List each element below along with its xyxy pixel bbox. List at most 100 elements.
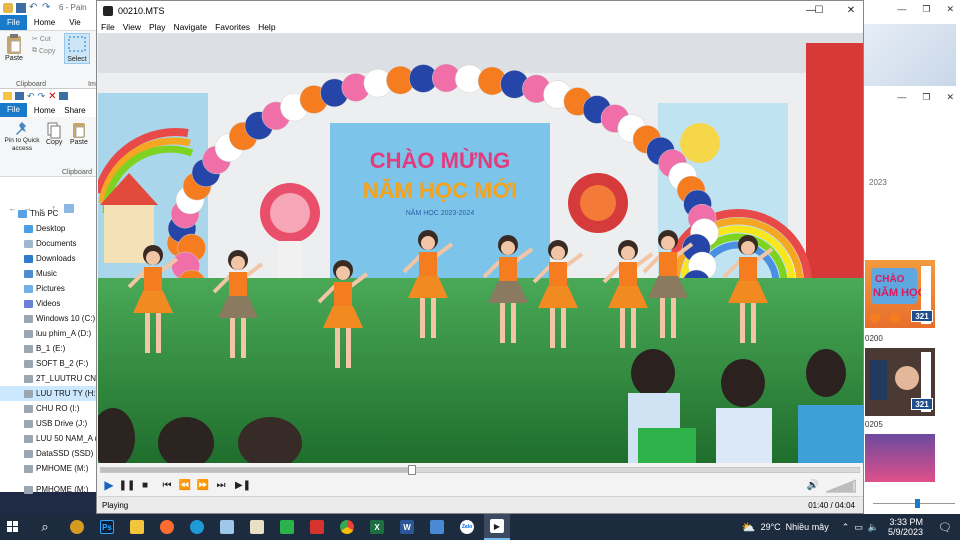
nav-item[interactable]: Music — [0, 266, 100, 281]
paste-button[interactable]: Paste — [4, 33, 24, 62]
restore-icon[interactable]: ❐ — [922, 4, 930, 15]
nav-item[interactable]: Windows 10 (C:) — [0, 311, 100, 326]
pause-button[interactable]: ❚❚ — [118, 477, 136, 493]
taskbar-file-explorer[interactable] — [124, 514, 150, 540]
tab-share[interactable]: Share — [62, 106, 87, 115]
nav-item[interactable]: PMHOME (M:) — [0, 461, 100, 476]
network-icon[interactable]: ▭ — [854, 522, 863, 533]
taskbar-paint[interactable] — [214, 514, 240, 540]
drive-icon — [24, 359, 33, 368]
close-icon[interactable]: ✕ — [946, 92, 954, 103]
redo-icon[interactable]: ↷ — [38, 91, 46, 102]
mute-button[interactable]: 🔊 — [804, 477, 822, 493]
taskbar-firefox[interactable] — [154, 514, 180, 540]
zoom-slider[interactable] — [873, 499, 955, 508]
nav-item[interactable]: 2T_LUUTRU CN (G:) — [0, 371, 100, 386]
nav-item[interactable]: PMHOME (M:) — [0, 482, 100, 497]
taskbar-chrome-canary[interactable] — [64, 514, 90, 540]
save-icon[interactable] — [16, 2, 26, 13]
skip-forward-button[interactable]: ⏭ — [212, 477, 230, 493]
menu-file[interactable]: File — [101, 22, 115, 32]
taskbar-media-player[interactable]: ▶ — [484, 514, 510, 540]
undo-icon[interactable]: ↶ — [29, 2, 39, 13]
weather-icon[interactable]: ⛅ — [742, 521, 756, 534]
rewind-button[interactable]: ⏪ — [176, 477, 194, 493]
video-frame[interactable]: CHÀO MỪNG NĂM HỌC MỚI NĂM HỌC 2023-2024 — [98, 33, 863, 463]
copy-button[interactable]: Copy — [46, 121, 62, 146]
taskbar-vpn[interactable] — [304, 514, 330, 540]
close-button[interactable]: ✕ — [837, 1, 865, 20]
taskbar-zalo[interactable]: Zalo — [454, 514, 480, 540]
nav-item[interactable]: Documents — [0, 236, 100, 251]
nav-item[interactable]: Videos — [0, 296, 100, 311]
frame-step-button[interactable]: ▶❚ — [234, 477, 252, 493]
nav-item[interactable]: Downloads — [0, 251, 100, 266]
taskbar-phone[interactable] — [274, 514, 300, 540]
start-button[interactable] — [0, 514, 26, 540]
menu-view[interactable]: View — [123, 22, 141, 32]
paste-button[interactable]: Paste — [70, 121, 88, 146]
seek-handle[interactable] — [407, 465, 416, 475]
taskbar-chrome[interactable] — [334, 514, 360, 540]
rename-icon[interactable] — [59, 92, 69, 100]
nav-item[interactable]: DataSSD (SSD) (L:) — [0, 446, 100, 461]
video-thumbnail-3[interactable] — [865, 434, 935, 482]
nav-item[interactable]: LUU 50 NAM_A (K:) — [0, 431, 100, 446]
nav-item[interactable]: CHU RO (I:) — [0, 401, 100, 416]
stop-button[interactable]: ■ — [136, 477, 154, 493]
nav-item[interactable]: Pictures — [0, 281, 100, 296]
tray-chevron-icon[interactable]: ⌃ — [842, 522, 850, 533]
tab-home[interactable]: Home — [27, 106, 62, 115]
excel-icon: X — [370, 520, 384, 534]
notification-icon[interactable]: 🗨 — [938, 521, 952, 534]
menu-play[interactable]: Play — [149, 22, 166, 32]
taskbar-excel[interactable]: X — [364, 514, 390, 540]
tab-file[interactable]: File — [0, 15, 27, 30]
nav-item[interactable]: LUU TRU TY (H:) — [0, 386, 100, 401]
clock[interactable]: 3:33 PM 5/9/2023 — [888, 517, 923, 537]
taskbar-photoshop[interactable]: Ps — [94, 514, 120, 540]
tab-home[interactable]: Home — [27, 15, 62, 30]
copy-button[interactable]: ⧉ Copy — [32, 47, 55, 55]
tab-view[interactable]: Vie — [62, 15, 87, 30]
select-button[interactable]: Select — [64, 33, 90, 64]
maximize-button[interactable]: ☐ — [805, 1, 833, 20]
seek-bar[interactable] — [100, 465, 860, 475]
nav-item[interactable]: USB Drive (J:) — [0, 416, 100, 431]
forward-button[interactable]: ⏩ — [194, 477, 212, 493]
minimize-icon[interactable]: — — [897, 4, 906, 15]
pin-quick-access-button[interactable]: Pin to Quick access — [4, 121, 40, 153]
minimize-icon[interactable]: — — [897, 92, 906, 103]
taskbar-photos[interactable] — [424, 514, 450, 540]
taskbar-calculator[interactable] — [244, 514, 270, 540]
play-button[interactable]: ▶ — [100, 477, 118, 493]
paint-titlebar: ↶ ↷ 6 - Pain — [0, 0, 99, 15]
nav-item-label: 2T_LUUTRU CN (G:) — [36, 374, 100, 383]
cut-button[interactable]: ✂ Cut — [32, 35, 51, 44]
weather-temperature[interactable]: 29°C — [761, 522, 781, 532]
taskbar-edge[interactable] — [184, 514, 210, 540]
search-button[interactable]: ⌕ — [32, 514, 58, 540]
nav-item[interactable]: SOFT B_2 (F:) — [0, 356, 100, 371]
nav-item[interactable]: B_1 (E:) — [0, 341, 100, 356]
nav-item-label: Documents — [36, 239, 77, 248]
weather-description[interactable]: Nhiều mây — [786, 522, 829, 532]
speaker-icon[interactable]: 🔈 — [868, 522, 879, 533]
delete-icon[interactable]: ✕ — [48, 91, 56, 102]
nav-item[interactable]: luu phim_A (D:) — [0, 326, 100, 341]
menu-favorites[interactable]: Favorites — [215, 22, 250, 32]
menu-navigate[interactable]: Navigate — [174, 22, 208, 32]
taskbar-word[interactable]: W — [394, 514, 420, 540]
drive-icon — [24, 485, 33, 494]
properties-icon[interactable] — [15, 92, 24, 100]
close-icon[interactable]: ✕ — [946, 4, 954, 15]
nav-item[interactable]: This PC — [0, 206, 100, 221]
nav-item[interactable]: Desktop — [0, 221, 100, 236]
redo-icon[interactable]: ↷ — [42, 2, 52, 13]
menu-help[interactable]: Help — [258, 22, 275, 32]
volume-slider[interactable] — [825, 479, 857, 493]
tab-file[interactable]: File — [0, 103, 27, 117]
undo-icon[interactable]: ↶ — [27, 91, 35, 102]
skip-back-button[interactable]: ⏮ — [158, 477, 176, 493]
restore-icon[interactable]: ❐ — [922, 92, 930, 103]
